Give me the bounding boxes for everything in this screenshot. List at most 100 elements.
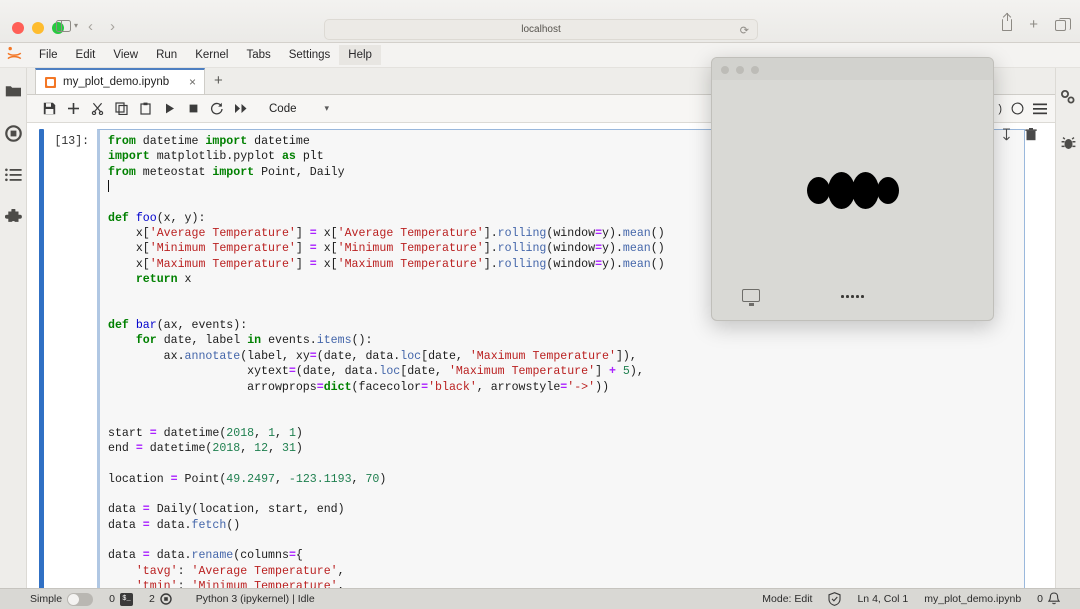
redacted-content-blobs [712, 172, 993, 209]
simple-mode-toggle[interactable]: Simple [22, 593, 101, 606]
menu-view[interactable]: View [104, 45, 147, 65]
floating-window-titlebar[interactable] [712, 58, 993, 80]
menu-help[interactable]: Help [339, 45, 381, 65]
mode-text: Mode: Edit [762, 593, 812, 605]
browser-toolbar-right: + [1002, 19, 1066, 31]
close-window-button[interactable] [12, 22, 24, 34]
puzzle-icon[interactable] [4, 208, 22, 226]
bell-icon [1048, 592, 1060, 606]
interrupt-kernel-button[interactable] [181, 97, 205, 121]
close-icon[interactable]: × [189, 76, 196, 88]
cursor-position[interactable]: Ln 4, Col 1 [849, 593, 916, 605]
menu-kernel[interactable]: Kernel [186, 45, 237, 65]
kernel-status[interactable]: Python 3 (ipykernel) | Idle [180, 593, 323, 605]
paste-cells-button[interactable] [133, 97, 157, 121]
notification-center[interactable]: 0 [1029, 592, 1068, 606]
chevron-down-icon: ▾ [325, 103, 330, 114]
status-left: Simple 0 $_ 2 Python 3 (ipykernel) | Idl… [0, 593, 323, 606]
url-text: localhost [521, 24, 560, 35]
restart-kernel-button[interactable] [205, 97, 229, 121]
toolbar-right-icons: ) [998, 102, 1047, 115]
page-dot [861, 295, 864, 298]
restart-run-all-button[interactable] [229, 97, 253, 121]
content-blob [877, 177, 899, 204]
cell-type-value: Code [269, 103, 297, 115]
reload-icon[interactable]: ⟳ [740, 24, 749, 37]
code-line: location = Point(49.2497, -123.1193, 70) [108, 472, 1018, 487]
cursor-position-text: Ln 4, Col 1 [857, 593, 908, 605]
cut-cells-button[interactable] [85, 97, 109, 121]
bug-icon[interactable] [1059, 134, 1077, 152]
trust-indicator[interactable] [820, 592, 849, 606]
code-line: ax.annotate(label, xy=(date, data.loc[da… [108, 349, 1018, 364]
close-window-button[interactable] [721, 66, 729, 74]
terminal-count-item[interactable]: 0 $_ [101, 593, 141, 606]
code-line [108, 395, 1018, 410]
page-dot [846, 295, 849, 298]
kernel-idle-circle-icon[interactable] [1011, 102, 1024, 115]
code-line: 'tavg': 'Average Temperature', [108, 564, 1018, 579]
terminal-count: 0 [109, 593, 115, 605]
notification-count: 0 [1037, 593, 1043, 605]
menu-run[interactable]: Run [147, 45, 186, 65]
notebook-icon [45, 77, 56, 88]
forward-arrow-icon[interactable]: › [110, 18, 115, 35]
running-kernels-icon[interactable] [4, 124, 22, 142]
terminal-icon: $_ [120, 593, 133, 606]
insert-cell-button[interactable] [61, 97, 85, 121]
address-bar[interactable]: localhost ⟳ [324, 19, 758, 40]
floating-overlay-window[interactable] [711, 57, 994, 321]
save-button[interactable] [37, 97, 61, 121]
current-filename: my_plot_demo.ipynb [916, 593, 1029, 605]
content-blob [828, 172, 855, 209]
menu-tabs[interactable]: Tabs [237, 45, 279, 65]
cell-hover-toolbar [1001, 128, 1037, 141]
browser-chrome: ▾ ‹ › localhost ⟳ + [0, 0, 1080, 43]
page-dot [841, 295, 844, 298]
code-line: 'tmin': 'Minimum Temperature', [108, 579, 1018, 588]
share-icon[interactable] [1002, 19, 1012, 31]
toggle-switch[interactable] [67, 593, 93, 606]
minimize-window-button[interactable] [736, 66, 744, 74]
folder-icon[interactable] [4, 82, 22, 100]
list-icon[interactable] [4, 166, 22, 184]
minimize-window-button[interactable] [32, 22, 44, 34]
new-tab-icon[interactable]: + [1029, 19, 1038, 31]
back-arrow-icon[interactable]: ‹ [88, 18, 93, 35]
cell-type-select[interactable]: Code ▾ [265, 101, 333, 117]
tab-label: my_plot_demo.ipynb [63, 76, 182, 88]
floating-window-traffic-lights [721, 66, 759, 74]
code-line: for date, label in events.items(): [108, 333, 1018, 348]
maximize-window-button[interactable] [751, 66, 759, 74]
code-line: data = data.fetch() [108, 518, 1018, 533]
copy-cells-button[interactable] [109, 97, 133, 121]
code-line [108, 456, 1018, 471]
browser-navigation: ‹ › [88, 18, 115, 35]
screen: ▾ ‹ › localhost ⟳ + FileEditViewRunKerne… [0, 0, 1080, 609]
kernel-name-partial: ) [998, 103, 1002, 115]
menu-hamburger-icon[interactable] [1033, 103, 1047, 115]
kernel-count-item[interactable]: 2 [141, 593, 180, 605]
simple-mode-label: Simple [30, 593, 62, 605]
menu-settings[interactable]: Settings [280, 45, 340, 65]
menu-edit[interactable]: Edit [67, 45, 105, 65]
jupyter-logo-icon [0, 46, 30, 64]
menu-file[interactable]: File [30, 45, 67, 65]
kernel-count: 2 [149, 593, 155, 605]
code-line: data = data.rename(columns={ [108, 548, 1018, 563]
code-line: start = datetime(2018, 1, 1) [108, 426, 1018, 441]
gears-icon[interactable] [1059, 88, 1077, 106]
sidebar-toggle-icon[interactable]: ▾ [56, 20, 78, 32]
filename-text: my_plot_demo.ipynb [924, 593, 1021, 605]
code-line [108, 487, 1018, 502]
floating-window-body [712, 80, 993, 321]
tab-overview-icon[interactable] [1055, 20, 1066, 31]
menu-items: FileEditViewRunKernelTabsSettingsHelp [30, 45, 381, 65]
content-blob [807, 177, 830, 204]
page-dot [856, 295, 859, 298]
move-icon[interactable] [1001, 128, 1013, 141]
add-tab-button[interactable]: + [205, 68, 232, 94]
trash-icon[interactable] [1025, 128, 1037, 141]
run-cell-button[interactable] [157, 97, 181, 121]
tab-my-plot-demo[interactable]: my_plot_demo.ipynb × [35, 68, 205, 94]
